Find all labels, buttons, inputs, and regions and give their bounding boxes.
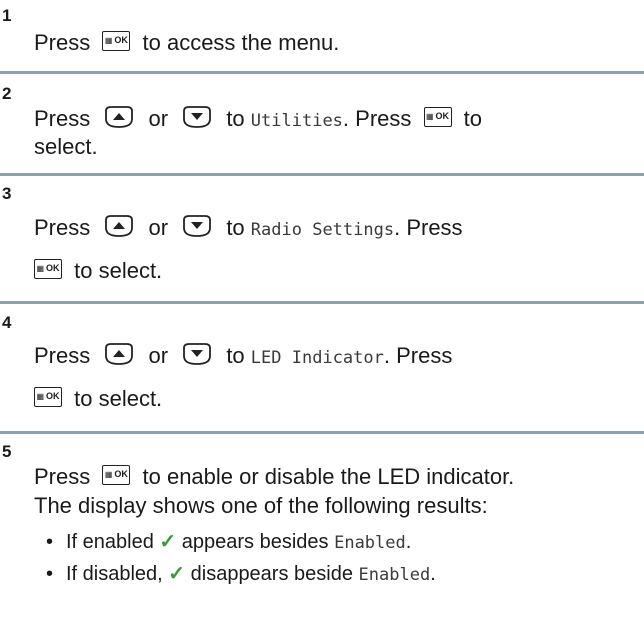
menu-item-utilities: Utilities [250, 111, 343, 131]
divider [0, 173, 644, 176]
menu-ok-button-icon: ▦ OK [102, 465, 131, 486]
step-2-line-2: select. [34, 134, 98, 159]
down-arrow-button-icon [180, 214, 214, 238]
down-arrow-button-icon [180, 105, 214, 129]
step-3-line-1: Press or to Radio Settings. Press [34, 214, 463, 240]
step-number: 4 [2, 313, 12, 332]
menu-ok-button-icon: ▦ OK [34, 259, 62, 280]
step-5-line-2: The display shows one of the following r… [34, 493, 488, 518]
step-3-line-2: ▦ OK to select. [28, 258, 162, 284]
procedure-steps: 1 Press ▦ OK to access the menu. 2 Press … [0, 0, 644, 618]
result-item-disabled: • If disabled, ✓ disappears beside Enabl… [46, 563, 436, 585]
menu-ok-button-icon: ▦ OK [423, 107, 452, 128]
step-2-line-1: Press or to Utilities. Press ▦ OK to [34, 105, 482, 131]
step-number: 3 [2, 184, 12, 203]
menu-ok-button-icon: ▦ OK [102, 31, 131, 52]
menu-ok-button-icon: ▦ OK [34, 387, 62, 408]
divider [0, 431, 644, 434]
step-text: Press [34, 30, 91, 55]
menu-item-enabled: Enabled [334, 533, 406, 553]
down-arrow-button-icon [180, 342, 214, 366]
step-4-line-1: Press or to LED Indicator. Press [34, 342, 453, 368]
step-1-line: Press ▦ OK to access the menu. [34, 30, 339, 56]
menu-item-led-indicator: LED Indicator [250, 348, 384, 368]
result-item-enabled: • If enabled ✓ appears besides Enabled. [46, 531, 412, 553]
step-text: to access the menu. [142, 30, 340, 55]
step-number: 5 [2, 442, 12, 461]
up-arrow-button-icon [102, 214, 136, 238]
menu-item-radio-settings: Radio Settings [250, 220, 395, 240]
up-arrow-button-icon [102, 342, 136, 366]
divider [0, 301, 644, 304]
checkmark-icon: ✓ [168, 563, 186, 585]
checkmark-icon: ✓ [159, 531, 177, 553]
menu-item-enabled: Enabled [358, 565, 431, 585]
divider [0, 71, 644, 74]
step-number: 1 [2, 6, 12, 25]
up-arrow-button-icon [102, 105, 136, 129]
step-5-line-1: Press ▦ OK to enable or disable the LED i… [34, 464, 515, 489]
step-4-line-2: ▦ OK to select. [28, 386, 162, 412]
step-number: 2 [2, 84, 12, 103]
